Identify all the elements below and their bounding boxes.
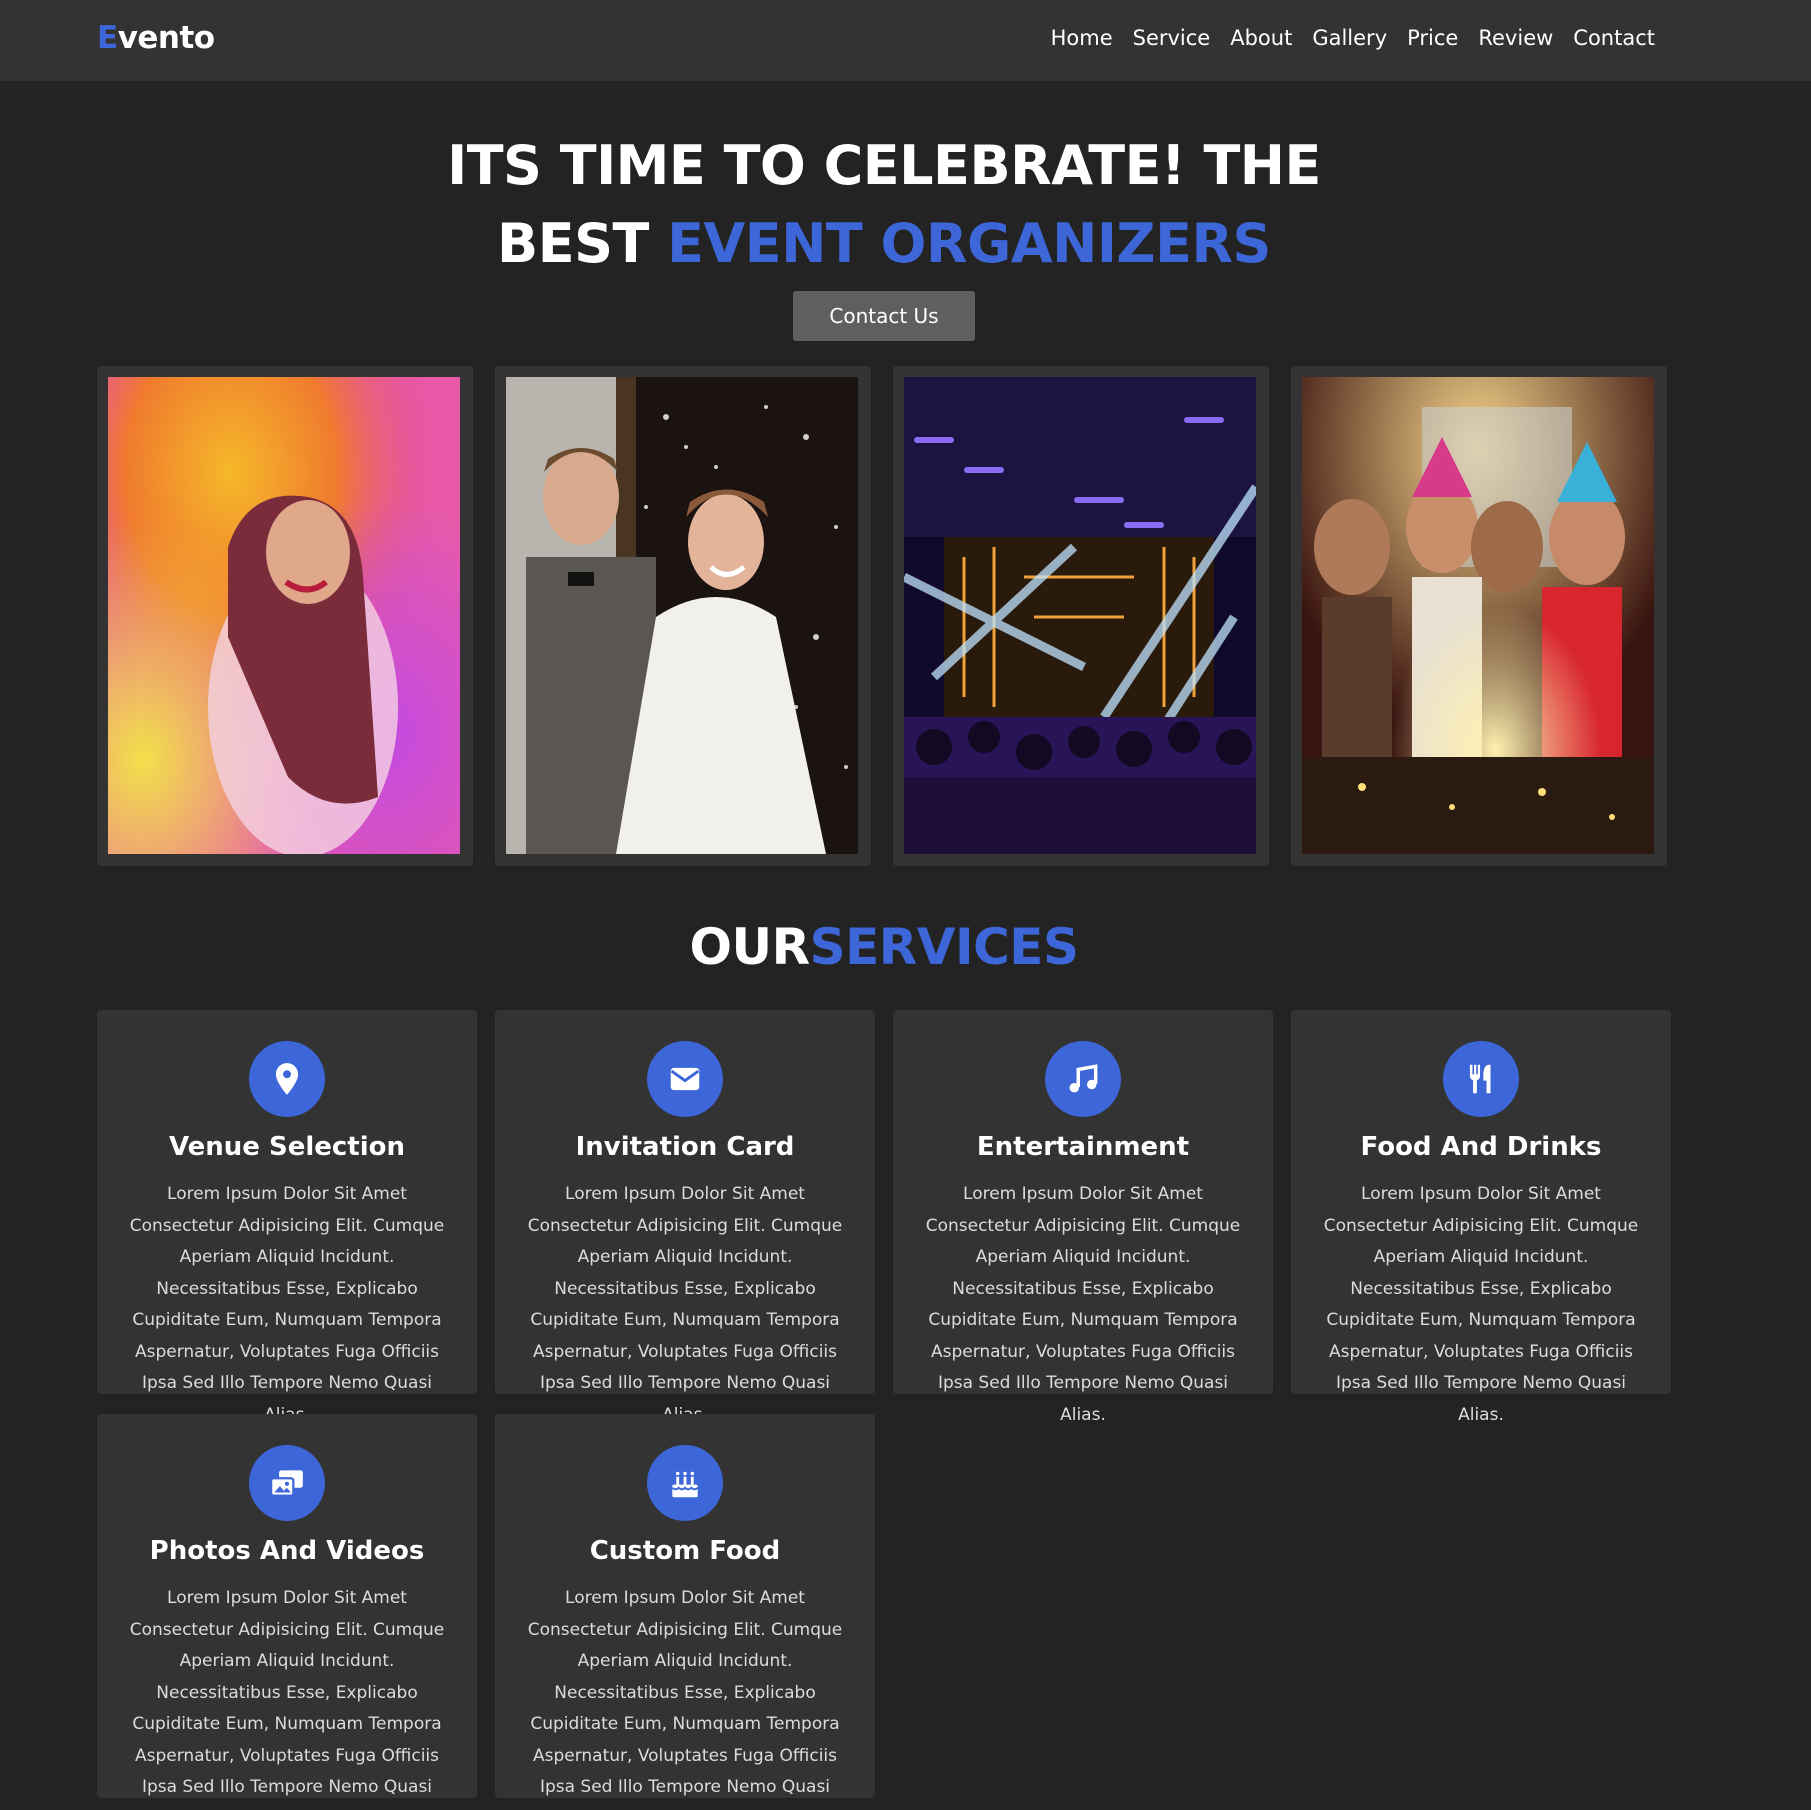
nav-home-link[interactable]: Home <box>1051 26 1113 50</box>
service-title: Venue Selection <box>168 1132 406 1162</box>
gallery-card <box>495 366 871 866</box>
nav-price-link[interactable]: Price <box>1407 26 1458 50</box>
map-pin-icon <box>249 1041 325 1117</box>
nav-contact-link[interactable]: Contact <box>1573 26 1655 50</box>
gallery-card <box>893 366 1269 866</box>
nav-gallery-link[interactable]: Gallery <box>1312 26 1387 50</box>
gallery-card <box>97 366 473 866</box>
logo-text: vento <box>117 20 215 56</box>
service-card-photos-and-videos: Photos And Videos Lorem Ipsum Dolor Sit … <box>97 1414 477 1810</box>
main-nav: Home Service About Gallery Price Review … <box>1051 26 1655 50</box>
nav-about-link[interactable]: About <box>1230 26 1292 50</box>
service-title: Invitation Card <box>575 1132 795 1162</box>
service-card-custom-food: Custom Food Lorem Ipsum Dolor Sit Amet C… <box>495 1414 875 1810</box>
service-description: Lorem Ipsum Dolor Sit Amet Consectetur A… <box>1323 1184 1639 1425</box>
hero-heading-line1: ITS TIME TO CELEBRATE! THE <box>447 134 1321 197</box>
nav-review-link[interactable]: Review <box>1478 26 1553 50</box>
birthday-party-photo <box>1302 377 1654 854</box>
photo-video-icon <box>249 1445 325 1521</box>
service-title: Entertainment <box>976 1132 1190 1162</box>
hero-heading-line2-plain: BEST <box>497 212 668 275</box>
birthday-cake-icon <box>647 1445 723 1521</box>
services-heading: OURSERVICES <box>0 918 1768 976</box>
logo[interactable]: Evento <box>97 20 215 56</box>
utensils-icon <box>1443 1041 1519 1117</box>
concert-stage-lights-photo <box>904 377 1256 854</box>
service-description: Lorem Ipsum Dolor Sit Amet Consectetur A… <box>527 1588 843 1810</box>
services-heading-plain: OUR <box>689 918 811 976</box>
service-title: Food And Drinks <box>1360 1132 1602 1162</box>
service-card-food-and-drinks: Food And Drinks Lorem Ipsum Dolor Sit Am… <box>1291 1010 1671 1425</box>
service-title: Custom Food <box>589 1536 781 1566</box>
service-card-venue-selection: Venue Selection Lorem Ipsum Dolor Sit Am… <box>97 1010 477 1425</box>
service-card-entertainment: Entertainment Lorem Ipsum Dolor Sit Amet… <box>893 1010 1273 1425</box>
services-heading-accent: SERVICES <box>809 918 1079 976</box>
contact-us-button[interactable]: Contact Us <box>793 291 975 341</box>
service-description: Lorem Ipsum Dolor Sit Amet Consectetur A… <box>527 1184 843 1425</box>
hero-heading: ITS TIME TO CELEBRATE! THE BEST EVENT OR… <box>0 127 1768 283</box>
woman-holi-colors-photo <box>108 377 460 854</box>
nav-service-link[interactable]: Service <box>1133 26 1211 50</box>
wedding-couple-photo <box>506 377 858 854</box>
envelope-icon <box>647 1041 723 1117</box>
gallery-card <box>1291 366 1667 866</box>
service-description: Lorem Ipsum Dolor Sit Amet Consectetur A… <box>129 1588 445 1810</box>
service-title: Photos And Videos <box>149 1536 425 1566</box>
top-navbar: Evento Home Service About Gallery Price … <box>0 0 1811 81</box>
service-card-invitation-card: Invitation Card Lorem Ipsum Dolor Sit Am… <box>495 1010 875 1425</box>
music-note-icon <box>1045 1041 1121 1117</box>
logo-initial: E <box>97 20 118 56</box>
service-description: Lorem Ipsum Dolor Sit Amet Consectetur A… <box>925 1184 1241 1425</box>
service-description: Lorem Ipsum Dolor Sit Amet Consectetur A… <box>129 1184 445 1425</box>
hero-heading-line2-accent: EVENT ORGANIZERS <box>667 212 1271 275</box>
